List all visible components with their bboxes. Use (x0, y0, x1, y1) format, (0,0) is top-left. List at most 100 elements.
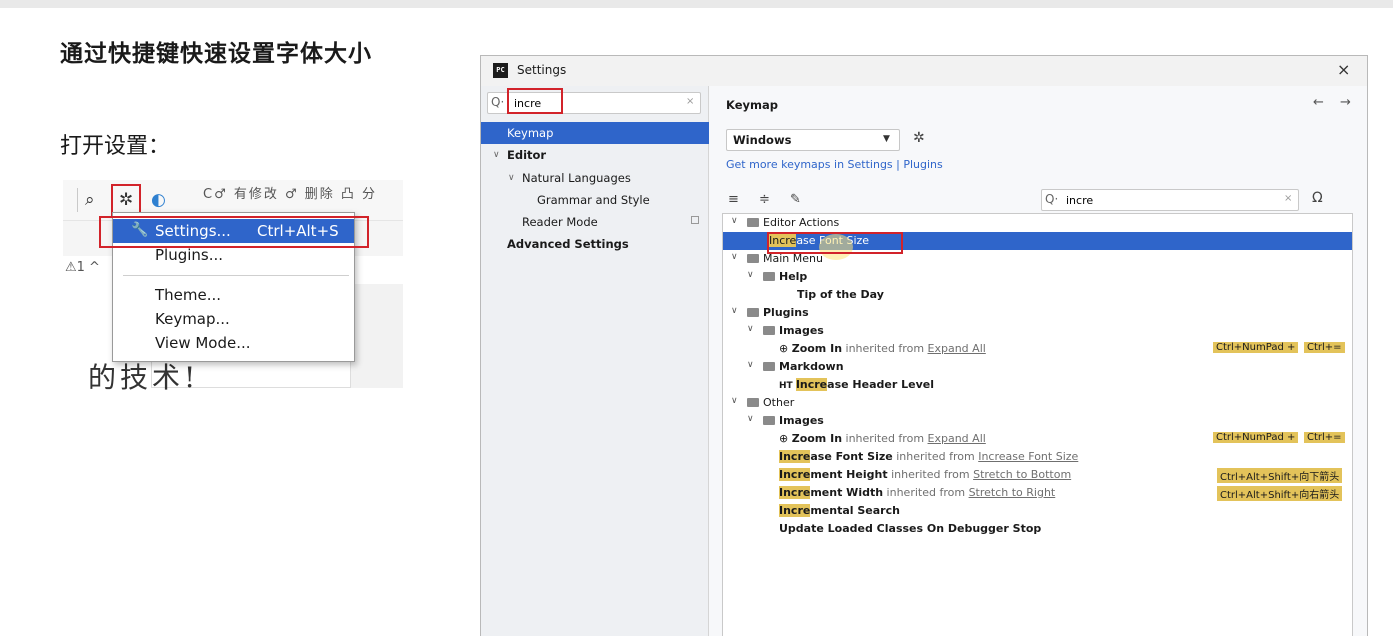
chevron-down-icon[interactable]: ∨ (493, 150, 500, 160)
folder-icon (763, 272, 775, 281)
inherited-text: inherited from (883, 486, 969, 499)
chevron-down-icon[interactable]: ∨ (747, 270, 754, 280)
step-label: 打开设置： (60, 134, 171, 159)
settings-highlight-box (99, 216, 369, 248)
folder-icon (747, 254, 759, 263)
tree-node-label: Other (763, 396, 795, 409)
folder-icon (763, 326, 775, 335)
panel-title: Keymap (726, 98, 778, 112)
search-highlight-box (507, 88, 563, 114)
tree-node-increment-width[interactable]: Increment Width inherited from Stretch t… (723, 484, 1352, 502)
tree-node-label: Editor Actions (763, 216, 840, 229)
match-highlight: Incre (795, 378, 828, 391)
inherited-text: inherited from (842, 342, 928, 355)
tree-node-images-2[interactable]: ∨ Images (723, 412, 1352, 430)
inherited-link[interactable]: Stretch to Bottom (973, 468, 1071, 481)
shortcut-badge: Ctrl+NumPad + (1213, 432, 1299, 443)
tree-node-increase-header-level[interactable]: HT Increase Header Level (723, 376, 1352, 394)
sidebar-item-keymap[interactable]: Keymap (481, 122, 709, 144)
match-highlight: Incre (779, 450, 811, 463)
tree-node-update-loaded-classes[interactable]: Update Loaded Classes On Debugger Stop (723, 520, 1352, 538)
sidebar-item-label: Editor (507, 148, 547, 162)
tree-node-label: ment Width (810, 486, 884, 499)
keymap-search[interactable]: Q· × (1041, 189, 1299, 211)
shortcut-badge: Ctrl+Alt+Shift+向右箭头 (1217, 486, 1343, 501)
toolbar-actions-cut: C♂ 有修改 ♂ 删除 凸 分 (203, 187, 378, 202)
match-highlight: Incre (779, 504, 811, 517)
shortcut-badge: Ctrl+NumPad + (1213, 342, 1299, 353)
tree-node-label: ment Height (810, 468, 888, 481)
keymap-select[interactable]: Windows ▼ (726, 129, 900, 151)
tree-node-incremental-search[interactable]: Incremental Search (723, 502, 1352, 520)
tree-node-increment-height[interactable]: Increment Height inherited from Stretch … (723, 466, 1352, 484)
plugin-logo-icon[interactable]: ◐ (151, 190, 166, 210)
tree-tools-icons[interactable]: ≡ ≑ ✎ (728, 192, 809, 207)
tree-node-label: Update Loaded Classes On Debugger Stop (779, 522, 1042, 535)
get-keymaps-link[interactable]: Get more keymaps in Settings | Plugins (726, 158, 943, 171)
inherited-link[interactable]: Expand All (928, 432, 986, 445)
clear-icon[interactable]: × (1284, 193, 1292, 204)
dropdown-arrow-icon: ▼ (883, 134, 890, 144)
tree-node-label: Plugins (763, 306, 809, 319)
tree-node-label: Help (779, 270, 808, 283)
chevron-down-icon[interactable]: ∨ (731, 396, 738, 406)
menu-item-label: Plugins... (155, 246, 224, 264)
menu-separator (123, 275, 349, 276)
tree-node-other[interactable]: ∨ Other (723, 394, 1352, 412)
match-highlight: Incre (779, 486, 811, 499)
tree-node-zoom-in[interactable]: ⊕ Zoom In inherited from Expand All Ctrl… (723, 340, 1352, 358)
chevron-down-icon[interactable]: ∨ (731, 252, 738, 262)
tree-node-label: ase Header Level (827, 378, 934, 391)
sidebar-item-label: Reader Mode (522, 215, 598, 229)
folder-icon (747, 398, 759, 407)
chevron-down-icon[interactable]: ∨ (747, 324, 754, 334)
tree-node-markdown[interactable]: ∨ Markdown (723, 358, 1352, 376)
tree-node-increase-font-size-2[interactable]: Increase Font Size inherited from Increa… (723, 448, 1352, 466)
chevron-down-icon[interactable]: ∨ (747, 360, 754, 370)
tree-node-plugins[interactable]: ∨ Plugins (723, 304, 1352, 322)
folder-icon (747, 218, 759, 227)
editor-text: 的技术! (88, 361, 200, 394)
clear-icon[interactable]: × (686, 96, 694, 107)
nav-arrows-icon[interactable]: ← → (1313, 95, 1357, 110)
chevron-down-icon[interactable]: ∨ (747, 414, 754, 424)
keymap-tree: ∨ Editor Actions Increase Font Size ∨ Ma… (722, 213, 1353, 636)
chevron-down-icon[interactable]: ∨ (731, 306, 738, 316)
tree-node-zoom-in-2[interactable]: ⊕ Zoom In inherited from Expand All Ctrl… (723, 430, 1352, 448)
folder-icon (763, 362, 775, 371)
tree-node-label: Images (779, 414, 824, 427)
sidebar-item-editor[interactable]: ∨ Editor (481, 144, 709, 166)
menu-item-label: Theme... (155, 286, 222, 304)
markdown-header-icon: HT (779, 381, 796, 391)
keymap-search-input[interactable] (1066, 192, 1266, 208)
inherited-link[interactable]: Expand All (928, 342, 986, 355)
close-icon[interactable]: × (1337, 60, 1350, 79)
chevron-down-icon[interactable]: ∨ (731, 216, 738, 226)
sidebar-item-label: Advanced Settings (507, 237, 629, 251)
menu-item-label: View Mode... (155, 334, 251, 352)
find-by-shortcut-icon[interactable]: Ω (1312, 190, 1323, 206)
chevron-down-icon[interactable]: ∨ (508, 173, 515, 183)
menu-item-view-mode[interactable]: View Mode... (113, 331, 354, 355)
search-icon[interactable]: ⌕ (85, 190, 95, 210)
tree-node-editor-actions[interactable]: ∨ Editor Actions (723, 214, 1352, 232)
search-icon: Q· (1045, 192, 1059, 206)
inherited-text: inherited from (887, 468, 974, 481)
tree-node-help[interactable]: ∨ Help (723, 268, 1352, 286)
inherited-text: inherited from (892, 450, 979, 463)
tree-node-images[interactable]: ∨ Images (723, 322, 1352, 340)
tree-node-label: ase Font Size (810, 450, 893, 463)
gear-icon[interactable]: ✲ (913, 130, 925, 146)
inherited-link[interactable]: Stretch to Right (969, 486, 1056, 499)
sidebar-item-reader-mode[interactable]: Reader Mode (481, 211, 709, 233)
sidebar-item-grammar-and-style[interactable]: Grammar and Style (481, 189, 709, 211)
menu-item-keymap[interactable]: Keymap... (113, 307, 354, 331)
tree-node-tip-of-the-day[interactable]: Tip of the Day (723, 286, 1352, 304)
sidebar-item-natural-languages[interactable]: ∨ Natural Languages (481, 167, 709, 189)
slide: 通过快捷键快速设置字体大小 打开设置： ⌕ ✲ ◐ C♂ 有修改 ♂ 删除 凸 … (0, 0, 1393, 636)
inherited-link[interactable]: Increase Font Size (978, 450, 1078, 463)
menu-item-theme[interactable]: Theme... (113, 283, 354, 307)
sidebar-item-advanced-settings[interactable]: Advanced Settings (481, 233, 709, 255)
zoom-in-icon: ⊕ (779, 432, 792, 445)
warning-indicator[interactable]: ⚠1 ^ (65, 260, 100, 275)
